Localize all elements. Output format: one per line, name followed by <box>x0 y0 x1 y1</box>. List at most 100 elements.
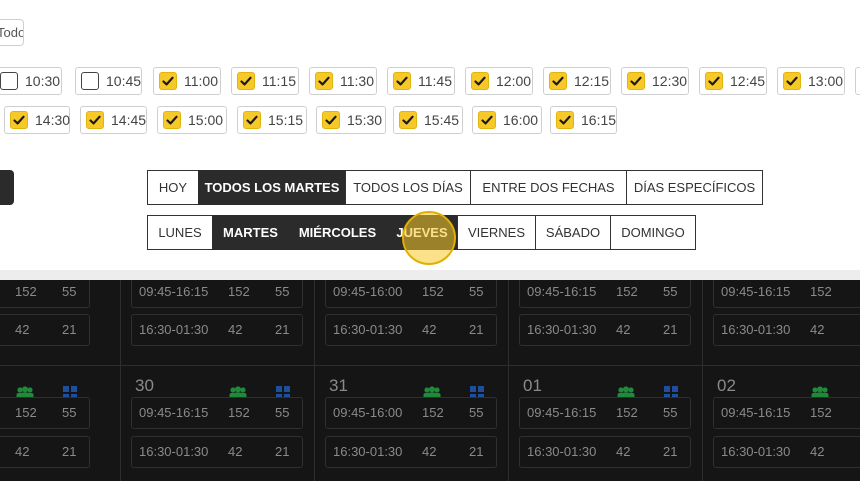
time-slot-1515[interactable]: 15:15 <box>237 106 307 134</box>
calendar-shift-slot[interactable]: 09:45-16:15 152 <box>713 280 860 308</box>
time-slot-1045[interactable]: 10:45 <box>75 67 142 95</box>
time-slot-1200[interactable]: 12:00 <box>465 67 533 95</box>
time-slot-label: 10:45 <box>106 73 142 89</box>
mode-button-1[interactable]: TODOS LOS MARTES <box>198 170 346 205</box>
checkbox-checked-icon[interactable] <box>556 111 574 129</box>
calendar-shift-slot[interactable]: 42 21 <box>0 314 90 346</box>
time-slot-label: 11:30 <box>340 73 374 89</box>
weekday-button-3[interactable]: JUEVES <box>386 215 458 250</box>
time-slot-1500[interactable]: 15:00 <box>157 106 227 134</box>
checkbox-empty-icon[interactable] <box>81 72 99 90</box>
calendar-shift-slot[interactable]: 09:45-16:15 152 55 <box>519 397 691 429</box>
mode-button-2[interactable]: TODOS LOS DÍAS <box>345 170 471 205</box>
checkbox-checked-icon[interactable] <box>10 111 28 129</box>
calendar-column-divider <box>314 280 315 481</box>
shift-booked: 55 <box>275 405 290 420</box>
shift-capacity: 42 <box>15 444 30 459</box>
calendar-day-number: 31 <box>329 376 348 395</box>
mode-button-4[interactable]: DÍAS ESPECÍFICOS <box>626 170 763 205</box>
time-slot-label: 12:00 <box>496 73 532 89</box>
time-slot-1300[interactable]: 13:00 <box>777 67 845 95</box>
weekday-button-2[interactable]: MIÉRCOLES <box>288 215 387 250</box>
weekday-button-6[interactable]: DOMINGO <box>610 215 696 250</box>
shift-capacity: 152 <box>616 405 638 420</box>
checkbox-checked-icon[interactable] <box>322 111 340 129</box>
time-slot-partial[interactable] <box>855 67 860 95</box>
time-slot-1100[interactable]: 11:00 <box>153 67 221 95</box>
weekday-button-1[interactable]: MARTES <box>212 215 289 250</box>
mode-button-0[interactable]: HOY <box>147 170 199 205</box>
checkbox-checked-icon[interactable] <box>478 111 496 129</box>
checkbox-checked-icon[interactable] <box>705 72 723 90</box>
checkbox-checked-icon[interactable] <box>163 111 181 129</box>
calendar-shift-slot[interactable]: 09:45-16:15 152 55 <box>131 397 303 429</box>
checkbox-checked-icon[interactable] <box>549 72 567 90</box>
calendar-shift-slot[interactable]: 152 55 <box>0 397 90 429</box>
shift-time: 09:45-16:00 <box>333 405 403 420</box>
shift-capacity: 152 <box>810 405 832 420</box>
checkbox-checked-icon[interactable] <box>783 72 801 90</box>
weekday-button-4[interactable]: VIERNES <box>457 215 536 250</box>
time-slot-1145[interactable]: 11:45 <box>387 67 455 95</box>
shift-time: 16:30-01:30 <box>721 322 791 337</box>
calendar-shift-slot[interactable]: 16:30-01:30 42 21 <box>131 436 303 468</box>
checkbox-checked-icon[interactable] <box>86 111 104 129</box>
checkbox-empty-icon[interactable] <box>0 72 18 90</box>
all-times-toggle[interactable]: Todo <box>0 19 24 46</box>
calendar-shift-slot[interactable]: 09:45-16:00 152 55 <box>325 280 497 308</box>
shift-capacity: 42 <box>422 444 437 459</box>
shift-capacity: 152 <box>228 405 250 420</box>
shift-booked: 55 <box>469 405 484 420</box>
weekday-selector: LUNES MARTES MIÉRCOLES JUEVES VIERNES SÁBADO D… <box>147 215 696 250</box>
time-slot-1030[interactable]: 10:30 <box>0 67 62 95</box>
time-slot-1445[interactable]: 14:45 <box>80 106 147 134</box>
time-slot-1530[interactable]: 15:30 <box>316 106 386 134</box>
time-slot-1615[interactable]: 16:15 <box>550 106 617 134</box>
calendar-shift-slot[interactable]: 09:45-16:15 152 55 <box>519 280 691 308</box>
time-slot-1115[interactable]: 11:15 <box>231 67 299 95</box>
checkbox-checked-icon[interactable] <box>399 111 417 129</box>
checkbox-checked-icon[interactable] <box>237 72 255 90</box>
weekday-button-5[interactable]: SÁBADO <box>535 215 611 250</box>
time-slot-1545[interactable]: 15:45 <box>393 106 463 134</box>
calendar-shift-slot[interactable]: 16:30-01:30 42 21 <box>325 314 497 346</box>
calendar-shift-slot[interactable]: 16:30-01:30 42 <box>713 314 860 346</box>
calendar-day-number: 30 <box>135 376 154 395</box>
all-times-label: Todo <box>0 25 24 40</box>
calendar-shift-slot[interactable]: 09:45-16:00 152 55 <box>325 397 497 429</box>
mode-button-3[interactable]: ENTRE DOS FECHAS <box>470 170 627 205</box>
time-slot-label: 12:30 <box>652 73 688 89</box>
calendar-day-number: 02 <box>717 376 736 395</box>
time-slot-1230[interactable]: 12:30 <box>621 67 689 95</box>
side-panel-tab[interactable] <box>0 170 14 205</box>
calendar-shift-slot[interactable]: 09:45-16:15 152 <box>713 397 860 429</box>
weekday-button-0[interactable]: LUNES <box>147 215 213 250</box>
shift-time: 16:30-01:30 <box>139 444 209 459</box>
shift-capacity: 42 <box>228 444 243 459</box>
time-slot-label: 12:45 <box>730 73 766 89</box>
checkbox-checked-icon[interactable] <box>243 111 261 129</box>
calendar-shift-slot[interactable]: 16:30-01:30 42 <box>713 436 860 468</box>
checkbox-checked-icon[interactable] <box>159 72 177 90</box>
time-slot-1245[interactable]: 12:45 <box>699 67 767 95</box>
calendar-shift-slot[interactable]: 09:45-16:15 152 55 <box>131 280 303 308</box>
time-slot-1430[interactable]: 14:30 <box>4 106 70 134</box>
calendar-shift-slot[interactable]: 152 55 <box>0 280 90 308</box>
shift-capacity: 152 <box>422 284 444 299</box>
calendar-shift-slot[interactable]: 42 21 <box>0 436 90 468</box>
checkbox-checked-icon[interactable] <box>315 72 333 90</box>
time-slot-label: 14:45 <box>111 112 147 128</box>
calendar-shift-slot[interactable]: 16:30-01:30 42 21 <box>325 436 497 468</box>
calendar-shift-slot[interactable]: 16:30-01:30 42 21 <box>131 314 303 346</box>
time-slot-1215[interactable]: 12:15 <box>543 67 611 95</box>
checkbox-checked-icon[interactable] <box>393 72 411 90</box>
time-slot-1130[interactable]: 11:30 <box>309 67 377 95</box>
calendar-shift-slot[interactable]: 16:30-01:30 42 21 <box>519 314 691 346</box>
checkbox-checked-icon[interactable] <box>627 72 645 90</box>
checkbox-checked-icon[interactable] <box>471 72 489 90</box>
calendar-shift-slot[interactable]: 16:30-01:30 42 21 <box>519 436 691 468</box>
shift-booked: 21 <box>469 322 484 337</box>
shift-time: 09:45-16:15 <box>527 405 597 420</box>
shift-booked: 21 <box>469 444 484 459</box>
time-slot-1600[interactable]: 16:00 <box>472 106 542 134</box>
